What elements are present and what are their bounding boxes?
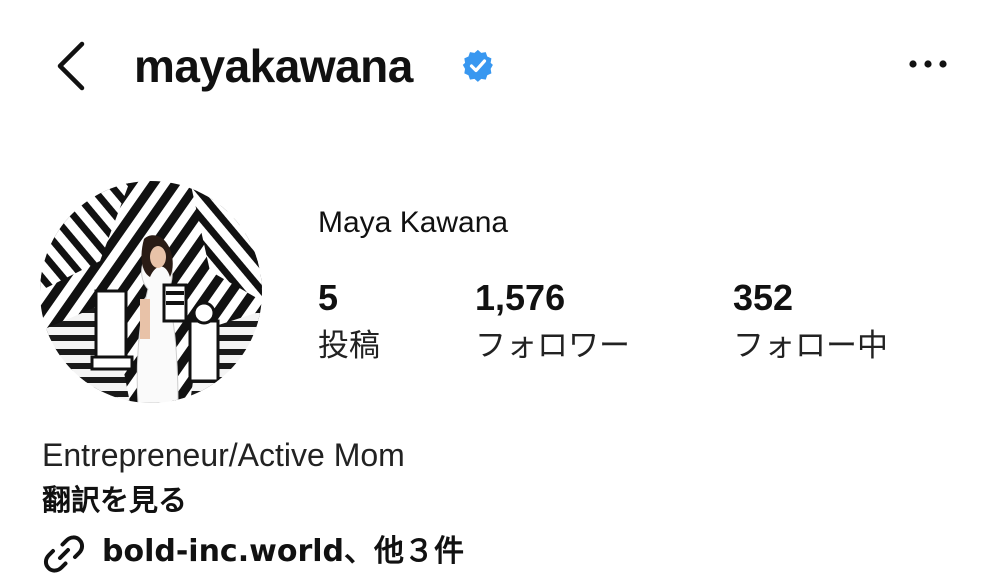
verified-badge-icon (460, 48, 496, 84)
stat-value: 1,576 (475, 277, 566, 318)
translate-link[interactable]: 翻訳を見る (42, 480, 187, 520)
stat-label: フォロー中 (733, 328, 888, 364)
stat-posts[interactable]: 5 投稿 (318, 278, 380, 368)
avatar[interactable] (40, 181, 262, 403)
stat-value: 5 (318, 277, 339, 318)
more-options-button[interactable] (900, 44, 956, 84)
profile-header: mayakawana (0, 0, 1000, 130)
link-icon (43, 535, 85, 573)
stat-label: 投稿 (318, 328, 380, 364)
chevron-left-icon (57, 41, 85, 91)
stat-followers[interactable]: 1,576 フォロワー (475, 278, 630, 368)
username-title: mayakawana (134, 40, 413, 92)
more-horizontal-icon (909, 60, 947, 68)
stat-value: 352 (733, 277, 794, 318)
display-name: Maya Kawana (318, 206, 509, 239)
profile-photo (40, 181, 262, 403)
stat-label: フォロワー (475, 328, 630, 364)
bio-text: Entrepreneur/Active Mom (42, 437, 405, 473)
back-button[interactable] (48, 36, 96, 96)
stat-following[interactable]: 352 フォロー中 (733, 278, 888, 368)
link-text: bold-inc.world、他３件 (102, 534, 464, 569)
